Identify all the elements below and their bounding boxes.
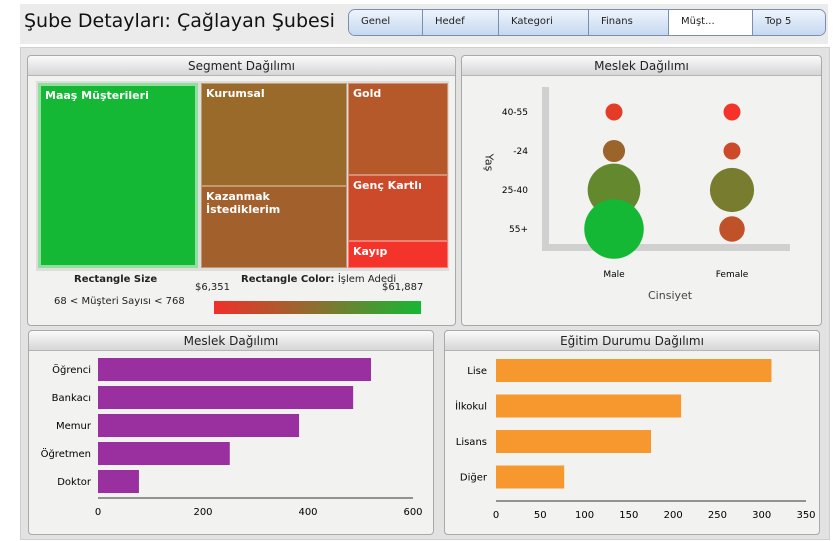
page-title: Şube Detayları: Çağlayan Şubesi [24, 10, 335, 32]
x-tick-label: 150 [619, 510, 638, 521]
bubble-point [605, 103, 623, 121]
tab-bar: Genel Hedef Kategori Finans Müşt... Top … [348, 9, 826, 36]
category-label: Lisans [456, 437, 487, 448]
color-gradient-legend [214, 301, 421, 314]
bar [496, 359, 772, 382]
bubble-point [723, 103, 741, 121]
occupation-bar-chart: Öğrenci Bankacı Memur Öğretmen Doktor 0 200 400… [41, 358, 423, 518]
bar [496, 394, 682, 418]
category-label: Diğer [460, 472, 488, 484]
bar [98, 442, 230, 465]
x-tick-label: 0 [95, 507, 101, 518]
color-legend-heading: Rectangle Color: İşlem Adedi [241, 274, 396, 285]
size-legend-text: 68 < Müşteri Sayısı < 768 [54, 296, 185, 307]
x-tick-label: Male [603, 270, 625, 280]
treemap-cell-gold[interactable]: Gold [348, 83, 448, 175]
bubble-point [602, 139, 626, 163]
bar [496, 430, 651, 453]
tab-genel[interactable]: Genel [349, 10, 423, 35]
x-tick-label: 350 [796, 510, 815, 521]
x-tick-label: 100 [575, 510, 594, 521]
x-tick-label: 300 [752, 510, 771, 521]
x-tick-label: Female [716, 270, 749, 280]
x-axis-label: Cinsiyet [648, 289, 693, 302]
y-tick-label: -24 [513, 147, 528, 157]
tab-hedef[interactable]: Hedef [423, 10, 499, 35]
color-heading: Rectangle Color: [241, 274, 335, 285]
bubble-point [719, 216, 745, 242]
x-tick-label: 250 [708, 510, 727, 521]
panel-title: Meslek Dağılımı [462, 56, 821, 76]
treemap-cell-maas[interactable]: Maaş Müşterileri [38, 83, 198, 268]
x-tick-label: 50 [534, 510, 547, 521]
y-axis-wall [542, 87, 549, 244]
treemap-cell-kazanmak[interactable]: Kazanmak İstediklerim [201, 186, 347, 268]
bubble-chart: 40-55 -24 25-40 55+ Male Female [502, 87, 790, 280]
panel-title: Eğitim Durumu Dağılımı [445, 331, 819, 351]
bar [98, 470, 139, 493]
tab-kategori[interactable]: Kategori [499, 10, 589, 35]
y-tick-label: 55+ [509, 225, 528, 235]
occupation-panel: Meslek Dağılımı Öğrenci Bankacı Memur Öğret… [28, 330, 434, 535]
segment-panel: Segment Dağılımı Maaş Müşterileri Kurums… [27, 55, 456, 326]
bar [496, 465, 565, 489]
x-axis-floor [542, 244, 790, 251]
category-label: Memur [56, 421, 92, 432]
bubble-point [723, 142, 741, 160]
color-min-label: $6,351 [195, 282, 230, 293]
bar [98, 414, 300, 437]
bubble-point [709, 167, 755, 213]
y-tick-label: 25-40 [502, 186, 528, 196]
education-bar-chart: Lise İlkokul Lisans Diğer 0 50 100 150 200 250 300… [455, 359, 816, 521]
tab-finans[interactable]: Finans [589, 10, 669, 35]
education-panel: Eğitim Durumu Dağılımı Lise İlkokul Lisans… [444, 330, 820, 535]
treemap-cell-kayip[interactable]: Kayıp [348, 241, 448, 268]
treemap-cell-kurumsal[interactable]: Kurumsal [201, 83, 347, 186]
panel-title: Segment Dağılımı [28, 56, 455, 76]
y-tick-label: 40-55 [502, 108, 528, 118]
category-label: Bankacı [52, 393, 91, 404]
tab-top5[interactable]: Top 5 [753, 10, 825, 35]
treemap-cell-genc[interactable]: Genç Kartlı [348, 175, 448, 241]
bar [98, 358, 371, 381]
category-label: Öğretmen [41, 447, 91, 460]
category-label: Lise [467, 366, 487, 377]
size-legend-heading: Rectangle Size [74, 274, 158, 285]
bar [98, 386, 354, 409]
category-label: Doktor [57, 477, 92, 488]
bubble-point [584, 199, 644, 259]
x-tick-label: 0 [493, 510, 499, 521]
bubble-panel: Meslek Dağılımı 40-55 -24 25-40 55+ Male Fema… [461, 55, 822, 326]
color-max-label: $61,887 [382, 282, 424, 293]
panel-title: Meslek Dağılımı [29, 331, 433, 351]
category-label: Öğrenci [52, 363, 91, 376]
x-tick-label: 200 [664, 510, 683, 521]
x-tick-label: 600 [403, 507, 422, 518]
x-tick-label: 400 [298, 507, 317, 518]
x-tick-label: 200 [193, 507, 212, 518]
category-label: İlkokul [455, 400, 487, 413]
treemap: Maaş Müşterileri Kurumsal Kazanmak İsted… [36, 81, 449, 271]
tab-musteri[interactable]: Müşt... [669, 10, 753, 35]
y-axis-label: Yaş [482, 153, 496, 172]
